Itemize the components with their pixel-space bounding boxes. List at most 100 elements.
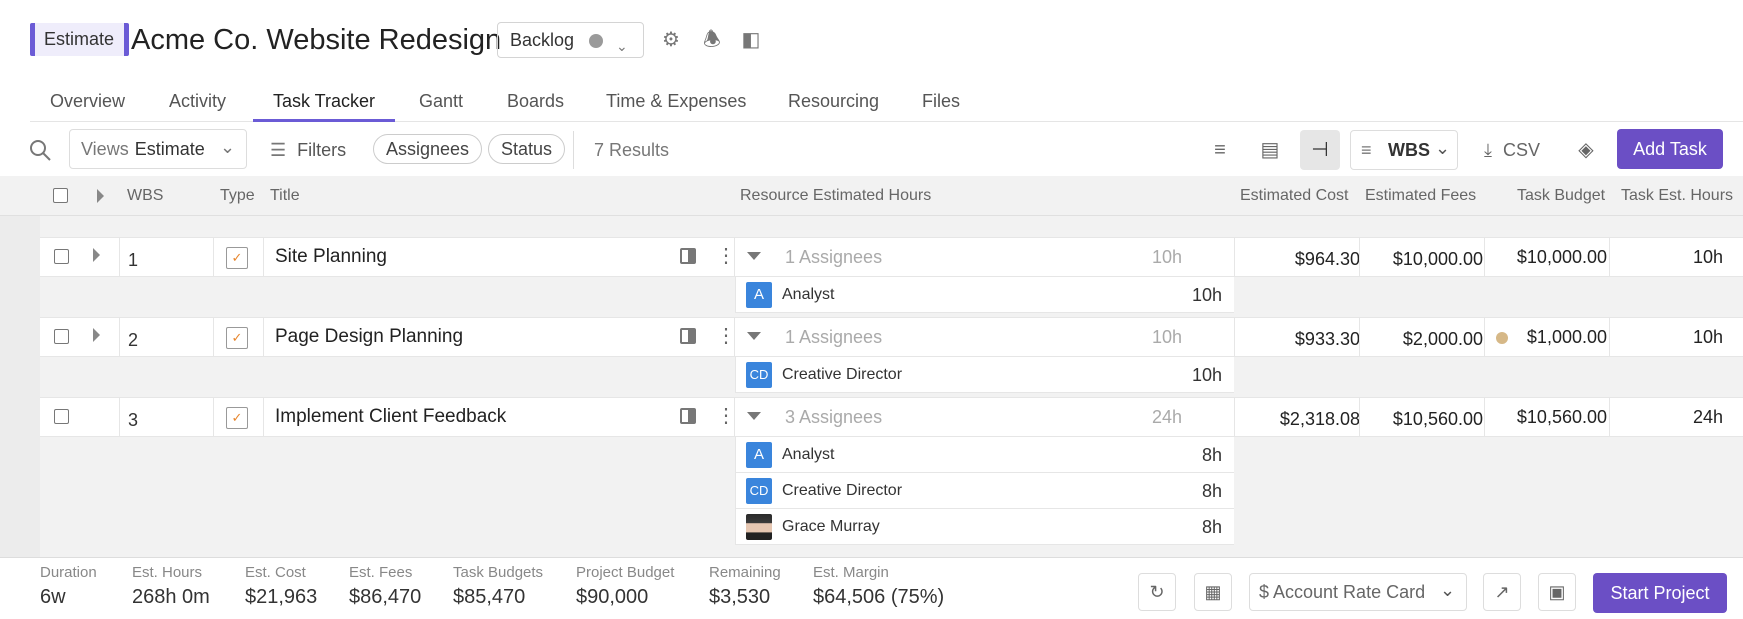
task-budget[interactable]: $10,000.00 bbox=[1490, 238, 1607, 276]
chevron-down-icon: ⌄ bbox=[1435, 138, 1451, 158]
status-dropdown[interactable]: Backlog ⌄ bbox=[497, 22, 644, 58]
download-icon: ⤓ bbox=[1484, 140, 1492, 160]
chevron-down-icon: ⌄ bbox=[616, 38, 628, 54]
group-by-dropdown[interactable]: ≡ WBS ⌄ bbox=[1350, 130, 1458, 170]
assignees-count: 1 Assignees bbox=[785, 327, 883, 347]
tab-files[interactable]: Files bbox=[902, 80, 980, 122]
task-title[interactable]: Implement Client Feedback bbox=[275, 398, 506, 436]
task-budget[interactable]: $10,560.00 bbox=[1490, 398, 1607, 436]
collapse-resources-caret-icon[interactable] bbox=[747, 412, 761, 420]
layers-icon[interactable]: ◈ bbox=[1566, 130, 1606, 170]
expand-caret-icon[interactable] bbox=[93, 328, 100, 342]
task-type-icon: ✓ bbox=[226, 327, 248, 349]
expand-caret-icon[interactable] bbox=[93, 248, 100, 262]
add-task-button[interactable]: Add Task bbox=[1617, 129, 1723, 169]
cell-divider bbox=[1234, 238, 1235, 276]
open-panel-icon[interactable] bbox=[680, 408, 696, 424]
row-checkbox[interactable] bbox=[54, 409, 69, 424]
tab-boards[interactable]: Boards bbox=[487, 80, 584, 122]
tab-time-expenses[interactable]: Time & Expenses bbox=[586, 80, 766, 122]
estimated-fees: $10,000.00 bbox=[1392, 249, 1483, 269]
status-label: Backlog bbox=[510, 30, 575, 50]
tab-task-tracker[interactable]: Task Tracker bbox=[253, 80, 396, 122]
cell-divider bbox=[119, 238, 120, 276]
row-checkbox[interactable] bbox=[54, 249, 69, 264]
col-type[interactable]: Type bbox=[220, 176, 255, 216]
more-options-icon[interactable]: ⋮ bbox=[716, 242, 736, 270]
resource-hours[interactable]: 10h bbox=[1116, 357, 1222, 393]
expand-all-caret-icon[interactable] bbox=[97, 189, 104, 203]
task-type-icon: ✓ bbox=[226, 247, 248, 269]
task-type-icon: ✓ bbox=[226, 407, 248, 429]
filter-sliders-icon: ☰ bbox=[270, 140, 287, 160]
assignees-filter-pill[interactable]: Assignees bbox=[373, 134, 483, 164]
task-row[interactable]: 1 ✓ Site Planning ⋮ 1 Assignees 10h $964… bbox=[40, 237, 1743, 277]
page-title: Acme Co. Website Redesign bbox=[131, 24, 502, 56]
stat-value: $85,470 bbox=[453, 586, 526, 608]
tab-gantt[interactable]: Gantt bbox=[399, 80, 483, 122]
task-title[interactable]: Page Design Planning bbox=[275, 318, 463, 356]
views-dropdown[interactable]: Views Estimate ⌄ bbox=[69, 129, 247, 169]
search-icon[interactable] bbox=[28, 138, 52, 162]
resource-row: A Analyst 8h bbox=[735, 437, 1234, 473]
task-est-hours[interactable]: 10h bbox=[1610, 238, 1723, 276]
task-est-hours[interactable]: 24h bbox=[1610, 398, 1723, 436]
gear-icon[interactable]: ⚙ bbox=[658, 27, 684, 53]
resource-hours[interactable]: 8h bbox=[1116, 437, 1222, 473]
row-checkbox[interactable] bbox=[54, 329, 69, 344]
filters-button[interactable]: ☰ Filters bbox=[270, 128, 346, 172]
status-filter-pill[interactable]: Status bbox=[488, 134, 566, 164]
tab-resourcing[interactable]: Resourcing bbox=[768, 80, 899, 122]
start-project-button[interactable]: Start Project bbox=[1593, 573, 1727, 613]
task-budget[interactable]: $1,000.00 bbox=[1490, 318, 1607, 356]
status-dot bbox=[589, 34, 603, 48]
task-est-hours[interactable]: 10h bbox=[1610, 318, 1723, 356]
stat-value: $86,470 bbox=[349, 586, 422, 608]
card-view-icon[interactable]: ▤ bbox=[1250, 130, 1290, 170]
open-panel-icon[interactable] bbox=[680, 328, 696, 344]
col-title[interactable]: Title bbox=[270, 176, 300, 216]
calendar-icon[interactable]: ▦ bbox=[1194, 573, 1232, 611]
collapse-resources-caret-icon[interactable] bbox=[747, 252, 761, 260]
resource-total-hours: 10h bbox=[1151, 247, 1182, 267]
resource-hours[interactable]: 8h bbox=[1116, 509, 1222, 545]
estimated-cost: $2,318.08 bbox=[1279, 409, 1360, 429]
resource-hours[interactable]: 8h bbox=[1116, 473, 1222, 509]
wbs-number: 3 bbox=[128, 410, 139, 430]
task-row[interactable]: 3 ✓ Implement Client Feedback ⋮ 3 Assign… bbox=[40, 397, 1743, 437]
select-all-checkbox[interactable] bbox=[53, 188, 68, 203]
col-task-est-hours[interactable]: Task Est. Hours bbox=[1621, 176, 1733, 216]
col-resource-hours[interactable]: Resource Estimated Hours bbox=[740, 176, 931, 216]
list-view-icon[interactable]: ≡ bbox=[1200, 130, 1240, 170]
estimated-cost: $964.30 bbox=[1294, 249, 1360, 269]
views-value: Estimate bbox=[134, 139, 205, 159]
filters-label: Filters bbox=[297, 140, 347, 160]
assignees-count: 1 Assignees bbox=[785, 247, 883, 267]
sync-rates-icon[interactable]: ↻ bbox=[1138, 573, 1176, 611]
col-estimated-cost[interactable]: Estimated Cost bbox=[1240, 176, 1348, 216]
side-panel-icon[interactable]: ◧ bbox=[738, 27, 764, 53]
collapse-resources-caret-icon[interactable] bbox=[747, 332, 761, 340]
rate-card-dropdown[interactable]: $ Account Rate Card ⌄ bbox=[1249, 573, 1467, 611]
tab-overview[interactable]: Overview bbox=[30, 80, 145, 122]
stat-label: Est. Hours bbox=[132, 564, 203, 581]
stat-remaining: Remaining $3,530 bbox=[709, 563, 781, 611]
estimated-cost: $933.30 bbox=[1294, 329, 1360, 349]
task-title[interactable]: Site Planning bbox=[275, 238, 387, 276]
task-row[interactable]: 2 ✓ Page Design Planning ⋮ 1 Assignees 1… bbox=[40, 317, 1743, 357]
more-options-icon[interactable]: ⋮ bbox=[716, 322, 736, 350]
bell-icon[interactable]: 🕭 bbox=[699, 27, 725, 53]
cell-divider bbox=[1484, 398, 1485, 436]
tab-activity[interactable]: Activity bbox=[149, 80, 246, 122]
col-task-budget[interactable]: Task Budget bbox=[1517, 176, 1605, 216]
cell-divider bbox=[263, 398, 264, 436]
image-upload-icon[interactable]: ▣ bbox=[1538, 573, 1576, 611]
csv-export-button[interactable]: ⤓ CSV bbox=[1484, 128, 1540, 172]
resource-hours[interactable]: 10h bbox=[1116, 277, 1222, 313]
open-panel-icon[interactable] bbox=[680, 248, 696, 264]
more-options-icon[interactable]: ⋮ bbox=[716, 402, 736, 430]
chart-icon[interactable]: ↗ bbox=[1483, 573, 1521, 611]
col-estimated-fees[interactable]: Estimated Fees bbox=[1365, 176, 1476, 216]
col-wbs[interactable]: WBS bbox=[127, 176, 163, 216]
hierarchy-view-icon[interactable]: ⊣ bbox=[1300, 130, 1340, 170]
